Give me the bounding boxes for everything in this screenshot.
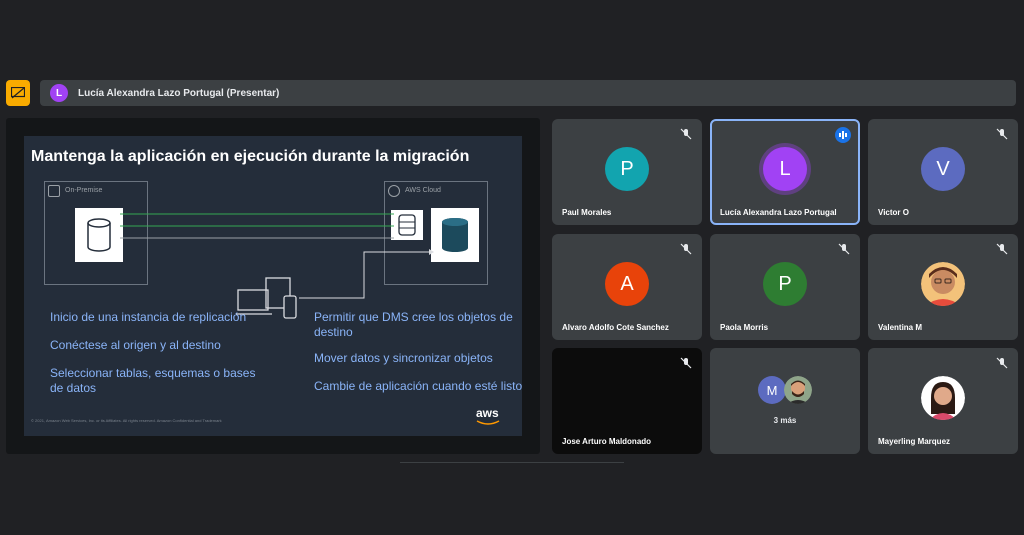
more-participants-label: 3 más: [773, 416, 797, 425]
participant-tile[interactable]: Valentina M: [868, 234, 1018, 340]
avatar: A: [605, 262, 649, 306]
divider: [400, 462, 624, 463]
presenter-avatar: L: [50, 84, 68, 102]
participant-tile-video[interactable]: Jose Arturo Maldonado: [552, 348, 702, 454]
participant-name: Alvaro Adolfo Cote Sanchez: [562, 323, 669, 332]
profile-photo: [921, 262, 965, 306]
mic-off-icon: [838, 243, 850, 255]
participant-name: Paul Morales: [562, 208, 612, 217]
participant-tile[interactable]: V Victor O: [868, 119, 1018, 225]
mic-off-icon: [996, 128, 1008, 140]
avatar: M: [758, 376, 786, 404]
mic-off-icon: [680, 357, 692, 369]
slide-footnote: © 2021, Amazon Web Services, Inc. or its…: [31, 418, 222, 423]
participant-name: Mayerling Marquez: [878, 437, 951, 446]
mic-off-icon: [996, 243, 1008, 255]
avatar: P: [605, 147, 649, 191]
participant-name: Paola Morris: [720, 323, 769, 332]
bullet-right-1: Permitir que DMS cree los objetos de des…: [314, 310, 513, 339]
bullet-right-2: Mover datos y sincronizar objetos: [314, 351, 493, 365]
bullet-right-3: Cambie de aplicación cuando esté listo: [314, 379, 523, 393]
profile-photo: [921, 376, 965, 420]
avatar: L: [763, 147, 807, 191]
shared-screen[interactable]: Mantenga la aplicación en ejecución dura…: [6, 118, 540, 454]
avatar: V: [921, 147, 965, 191]
more-participants-tile[interactable]: M 3 más: [710, 348, 860, 454]
mic-off-icon: [680, 243, 692, 255]
presentation-slide: Mantenga la aplicación en ejecución dura…: [24, 136, 522, 436]
profile-photo: [784, 376, 812, 404]
participant-tile[interactable]: A Alvaro Adolfo Cote Sanchez: [552, 234, 702, 340]
mic-off-icon: [680, 128, 692, 140]
presenter-bar: L Lucía Alexandra Lazo Portugal (Present…: [40, 80, 1016, 106]
participant-tile[interactable]: P Paola Morris: [710, 234, 860, 340]
bullet-left-1: Inicio de una instancia de replicación: [50, 310, 247, 324]
speaking-indicator-icon: [835, 127, 851, 143]
bullet-left-3: Seleccionar tablas, esquemas o bases de …: [50, 366, 256, 395]
present-screen-icon[interactable]: [6, 80, 30, 106]
aws-logo: aws: [476, 406, 500, 426]
participant-name: Valentina M: [878, 323, 923, 332]
avatar: P: [763, 262, 807, 306]
presenter-name: Lucía Alexandra Lazo Portugal (Presentar…: [78, 87, 280, 99]
mic-off-icon: [996, 357, 1008, 369]
participant-name: Victor O: [878, 208, 909, 217]
participant-tile-speaking[interactable]: L Lucía Alexandra Lazo Portugal: [710, 119, 860, 225]
participant-name: Jose Arturo Maldonado: [562, 437, 652, 446]
bullet-left-2: Conéctese al origen y al destino: [50, 338, 221, 352]
participant-tile[interactable]: P Paul Morales: [552, 119, 702, 225]
participant-name: Lucía Alexandra Lazo Portugal: [720, 208, 837, 217]
participant-tile[interactable]: Mayerling Marquez: [868, 348, 1018, 454]
